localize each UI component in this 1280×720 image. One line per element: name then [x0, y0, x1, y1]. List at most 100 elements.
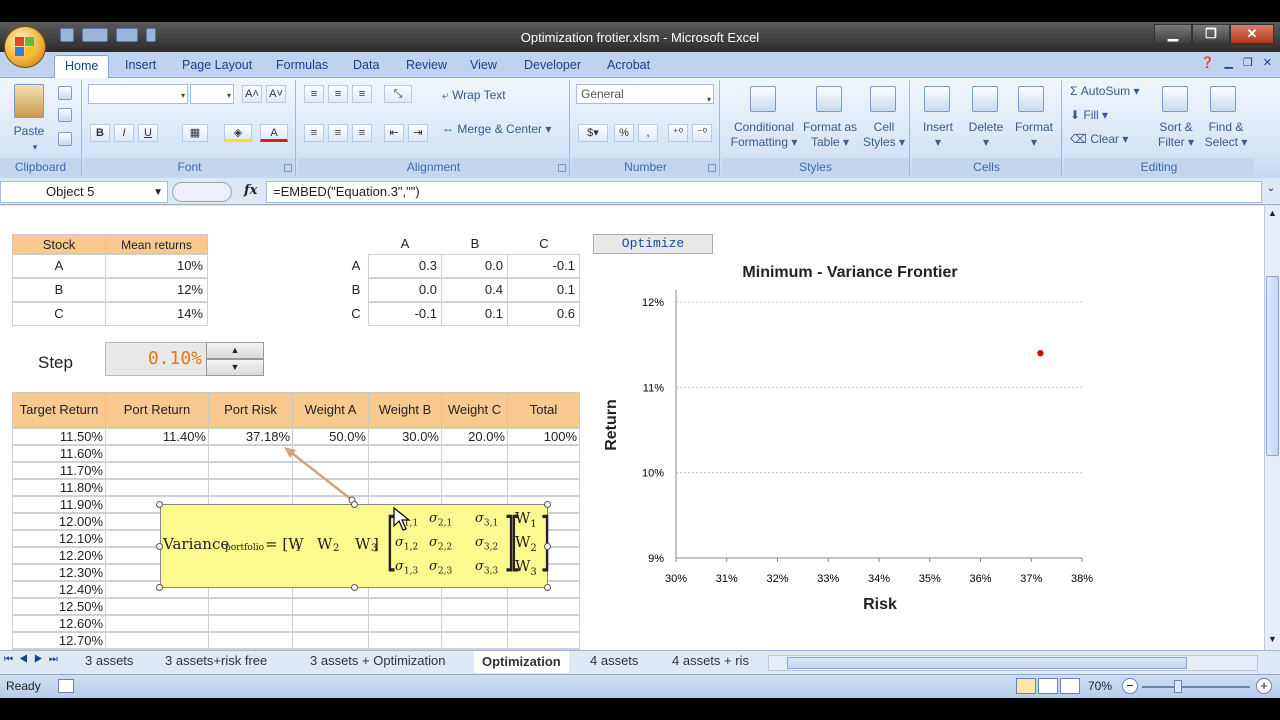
target-return-cell[interactable]: 12.20% — [12, 547, 106, 564]
target-return-cell[interactable]: 12.70% — [12, 632, 106, 649]
underline-button[interactable]: U — [138, 124, 158, 142]
tab-developer[interactable]: Developer — [524, 58, 581, 72]
align-middle-icon[interactable]: ≡ — [328, 85, 348, 103]
empty-cell[interactable] — [208, 615, 293, 632]
paste-icon[interactable] — [14, 84, 44, 118]
empty-cell[interactable] — [441, 598, 508, 615]
clear-button[interactable]: ⌫ Clear ▾ — [1070, 132, 1150, 147]
target-return-cell[interactable]: 11.60% — [12, 445, 106, 462]
zoom-level[interactable]: 70% — [1088, 679, 1112, 693]
increase-decimal-icon[interactable]: ⁺⁰ — [668, 124, 688, 142]
empty-cell[interactable] — [292, 615, 369, 632]
zoom-out-icon[interactable]: − — [1122, 678, 1138, 694]
fill-color-icon[interactable]: ◈ — [224, 124, 252, 142]
target-return-cell[interactable]: 12.00% — [12, 513, 106, 530]
target-return-cell[interactable]: 11.90% — [12, 496, 106, 513]
expand-formula-icon[interactable]: ⌄ — [1264, 183, 1278, 201]
tab-data[interactable]: Data — [353, 58, 379, 72]
cell-styles-icon[interactable] — [870, 86, 896, 112]
tab-formulas[interactable]: Formulas — [276, 58, 328, 72]
cut-icon[interactable] — [58, 86, 72, 100]
resize-handle[interactable] — [156, 501, 163, 508]
insert-cells-button[interactable]: Insert ▾ — [914, 120, 962, 150]
orientation-icon[interactable]: ⤡ — [384, 85, 412, 103]
copy-icon[interactable] — [58, 108, 72, 122]
tab-home[interactable]: Home — [54, 55, 110, 78]
normal-view-icon[interactable] — [1016, 678, 1036, 694]
empty-cell[interactable] — [208, 632, 293, 649]
resize-handle[interactable] — [156, 543, 163, 550]
italic-button[interactable]: I — [114, 124, 134, 142]
cov-cell[interactable]: 0.0 — [368, 278, 442, 302]
align-center-icon[interactable]: ≡ — [328, 124, 348, 142]
font-name-combo[interactable]: ▾ — [88, 84, 188, 104]
horizontal-scroll-thumb[interactable] — [787, 657, 1187, 669]
delete-cells-icon[interactable] — [972, 86, 998, 112]
borders-icon[interactable]: ▦ — [182, 124, 208, 142]
align-top-icon[interactable]: ≡ — [304, 85, 324, 103]
mean-return-cell[interactable]: 12% — [105, 278, 208, 302]
tab-page-layout[interactable]: Page Layout — [182, 58, 252, 72]
help-icon[interactable]: ❓ — [1201, 56, 1215, 69]
currency-icon[interactable]: $▾ — [578, 124, 608, 142]
find-select-icon[interactable] — [1210, 86, 1236, 112]
formula-input[interactable]: =EMBED("Equation.3","") — [266, 181, 1262, 203]
empty-cell[interactable] — [368, 632, 442, 649]
frontier-chart[interactable]: Minimum - Variance Frontier 12% 11% 10% 9% 3… — [592, 256, 1112, 650]
empty-cell[interactable] — [105, 462, 209, 479]
decrease-decimal-icon[interactable]: ⁻⁰ — [692, 124, 712, 142]
sheet-tab[interactable]: 3 assets+risk free — [165, 653, 267, 668]
font-color-icon[interactable]: A — [260, 124, 288, 142]
percent-button[interactable]: % — [614, 124, 634, 142]
target-return-cell[interactable]: 11.70% — [12, 462, 106, 479]
name-box-dropdown-icon[interactable]: ▼ — [153, 183, 163, 203]
tab-review[interactable]: Review — [406, 58, 447, 72]
stock-cell[interactable]: B — [12, 278, 106, 302]
empty-cell[interactable] — [105, 479, 209, 496]
empty-cell[interactable] — [507, 632, 580, 649]
conditional-formatting-icon[interactable] — [750, 86, 776, 112]
sheet-nav-icons[interactable]: ⏮◀▶⏭ — [4, 654, 64, 665]
optimize-button[interactable]: Optimize — [593, 234, 713, 254]
empty-cell[interactable] — [507, 479, 580, 496]
empty-cell[interactable] — [441, 479, 508, 496]
scroll-up-icon[interactable]: ▲ — [1266, 208, 1279, 222]
empty-cell[interactable] — [292, 632, 369, 649]
macro-record-icon[interactable] — [58, 679, 74, 693]
align-left-icon[interactable]: ≡ — [304, 124, 324, 142]
cov-cell[interactable]: 0.4 — [441, 278, 508, 302]
format-as-table-icon[interactable] — [816, 86, 842, 112]
empty-cell[interactable] — [507, 462, 580, 479]
format-as-table-button[interactable]: Format as Table ▾ — [798, 120, 862, 150]
empty-cell[interactable] — [105, 598, 209, 615]
font-size-combo[interactable]: ▾ — [190, 84, 234, 104]
tab-view[interactable]: View — [470, 58, 497, 72]
weight-a-cell[interactable]: 50.0% — [292, 428, 369, 445]
empty-cell[interactable] — [441, 632, 508, 649]
name-box[interactable]: Object 5 ▼ — [0, 181, 168, 203]
cell-styles-button[interactable]: Cell Styles ▾ — [860, 120, 908, 150]
page-layout-view-icon[interactable] — [1038, 678, 1058, 694]
sheet-tab[interactable]: 3 assets — [85, 653, 133, 668]
stock-cell[interactable]: C — [12, 302, 106, 326]
align-right-icon[interactable]: ≡ — [352, 124, 372, 142]
empty-cell[interactable] — [507, 445, 580, 462]
empty-cell[interactable] — [105, 445, 209, 462]
find-select-button[interactable]: Find & Select ▾ — [1200, 120, 1252, 150]
page-break-view-icon[interactable] — [1060, 678, 1080, 694]
empty-cell[interactable] — [368, 462, 442, 479]
empty-cell[interactable] — [368, 445, 442, 462]
port-return-cell[interactable]: 11.40% — [105, 428, 209, 445]
cov-cell[interactable]: -0.1 — [368, 302, 442, 326]
target-return-cell[interactable]: 12.10% — [12, 530, 106, 547]
shrink-font-button[interactable]: A˅ — [266, 85, 286, 103]
sheet-tab[interactable]: 4 assets — [590, 653, 638, 668]
step-value[interactable]: 0.10% — [105, 342, 207, 376]
tab-acrobat[interactable]: Acrobat — [607, 58, 650, 72]
sort-filter-button[interactable]: Sort & Filter ▾ — [1150, 120, 1202, 150]
increase-indent-icon[interactable]: ⇥ — [408, 124, 428, 142]
zoom-slider-thumb[interactable] — [1174, 680, 1182, 693]
office-button[interactable] — [4, 26, 46, 68]
horizontal-scrollbar[interactable] — [768, 655, 1258, 671]
empty-cell[interactable] — [368, 479, 442, 496]
